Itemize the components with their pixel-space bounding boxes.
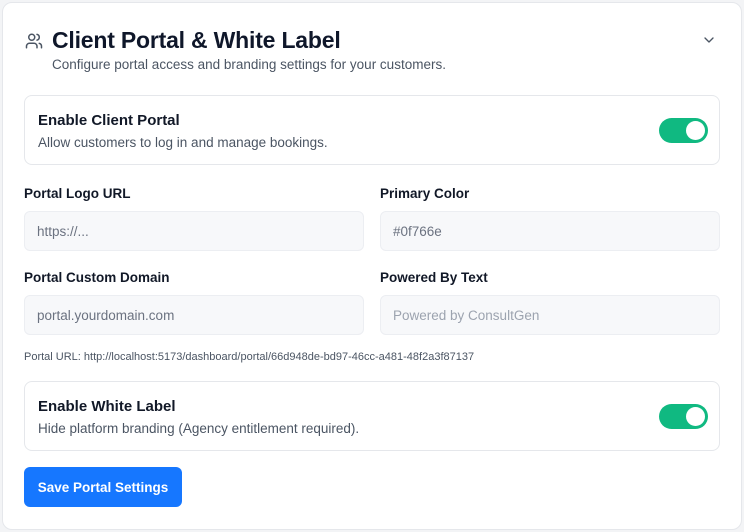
white-label-switch[interactable] — [659, 404, 708, 429]
primary-color-label: Primary Color — [380, 186, 470, 201]
powered-by-input[interactable] — [380, 295, 720, 335]
logo-url-field: Portal Logo URL — [24, 186, 364, 251]
logo-url-label: Portal Logo URL — [24, 186, 131, 201]
powered-by-label: Powered By Text — [380, 270, 488, 285]
switch-knob — [686, 121, 705, 140]
section-header: Client Portal & White Label Configure po… — [23, 27, 721, 75]
client-portal-card: Client Portal & White Label Configure po… — [2, 2, 742, 530]
custom-domain-label: Portal Custom Domain — [24, 270, 170, 285]
white-label-title: Enable White Label — [38, 398, 176, 415]
custom-domain-field: Portal Custom Domain — [24, 270, 364, 335]
primary-color-field: Primary Color — [380, 186, 720, 251]
custom-domain-input[interactable] — [24, 295, 364, 335]
portal-url-text: Portal URL: http://localhost:5173/dashbo… — [24, 351, 475, 363]
client-portal-toggle-card: Enable Client Portal Allow customers to … — [24, 95, 720, 165]
white-label-toggle-card: Enable White Label Hide platform brandin… — [24, 381, 720, 451]
client-portal-title: Enable Client Portal — [38, 112, 180, 129]
white-label-description: Hide platform branding (Agency entitleme… — [38, 421, 360, 436]
switch-knob — [686, 407, 705, 426]
users-icon — [25, 33, 43, 49]
page-title: Client Portal & White Label — [52, 27, 341, 53]
client-portal-description: Allow customers to log in and manage boo… — [38, 135, 328, 150]
powered-by-field: Powered By Text — [380, 270, 720, 335]
logo-url-input[interactable] — [24, 211, 364, 251]
primary-color-input[interactable] — [380, 211, 720, 251]
save-portal-settings-button[interactable]: Save Portal Settings — [24, 467, 182, 507]
client-portal-switch[interactable] — [659, 118, 708, 143]
chevron-down-icon[interactable] — [701, 32, 717, 48]
page-subtitle: Configure portal access and branding set… — [52, 57, 446, 72]
